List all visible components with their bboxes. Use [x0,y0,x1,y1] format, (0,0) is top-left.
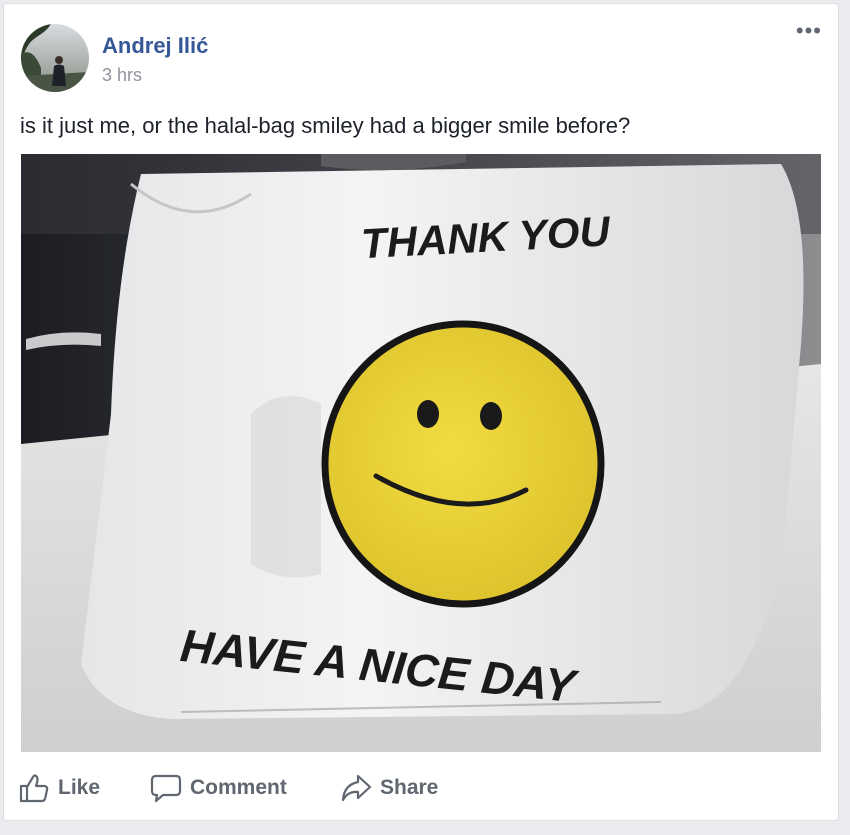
share-button[interactable]: Share [340,766,438,810]
thumbs-up-icon [18,773,50,803]
post-timestamp[interactable]: 3 hrs [102,65,142,86]
share-label: Share [380,776,439,799]
comment-label: Comment [190,776,287,799]
author-name[interactable]: Andrej Ilić [102,33,208,59]
post-actions: Like Comment Share [4,766,838,810]
comment-button[interactable]: Comment [150,766,287,810]
post-card: Andrej Ilić 3 hrs ••• is it just me, or … [3,3,839,821]
smiley-face-icon [321,320,605,608]
like-button[interactable]: Like [18,766,100,810]
share-arrow-icon [340,773,372,803]
avatar[interactable] [21,24,89,92]
comment-bubble-icon [150,773,182,803]
post-text: is it just me, or the halal-bag smiley h… [20,113,631,138]
like-label: Like [58,776,101,799]
post-photo[interactable]: THANK YOU HAVE A NICE DAY [21,154,821,752]
more-options-icon[interactable]: ••• [796,20,822,42]
